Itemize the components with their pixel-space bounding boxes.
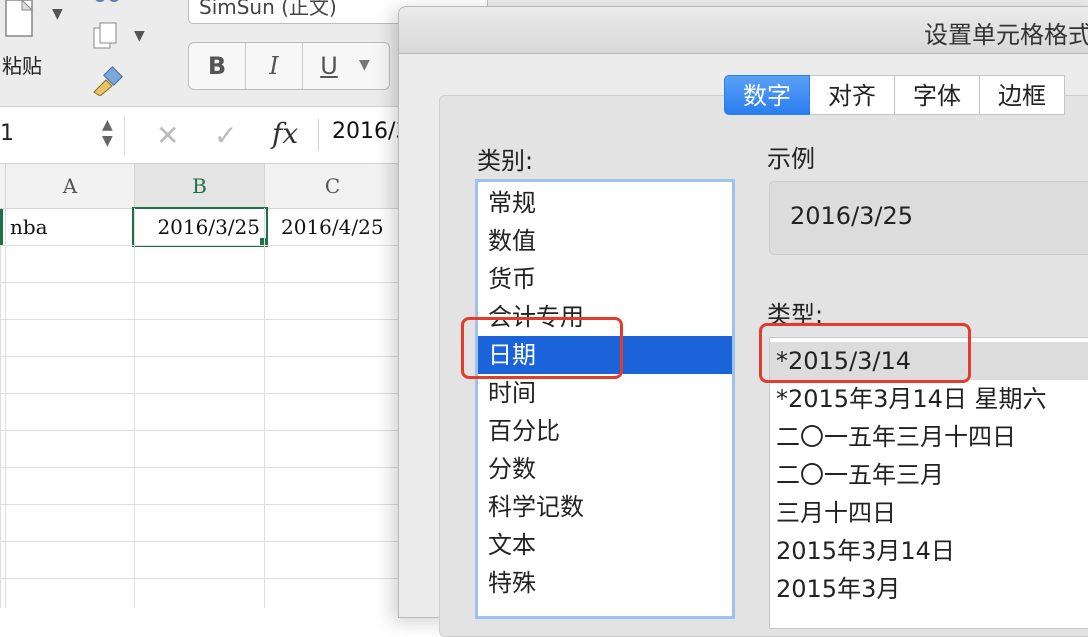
grid-lines	[0, 245, 400, 608]
italic-button[interactable]: I	[246, 43, 303, 89]
category-list[interactable]: 常规 数值 货币 会计专用 日期 时间 百分比 分数 科学记数 文本 特殊	[475, 179, 735, 619]
formula-bar: 1 ▲ ▼ ✕ ✓ fx 2016/3/	[0, 107, 417, 164]
type-item[interactable]: 三月十四日	[770, 494, 1088, 532]
sample-label: 示例	[767, 145, 815, 173]
category-item[interactable]: 货币	[478, 260, 732, 298]
format-button-group: B I U ▼	[188, 42, 390, 90]
type-item[interactable]: 二〇一五年三月	[770, 456, 1088, 494]
tab-font[interactable]: 字体	[895, 75, 980, 115]
dialog-titlebar: 设置单元格格式	[399, 7, 1088, 54]
confirm-icon[interactable]: ✓	[214, 119, 237, 152]
sample-box: 2016/3/25	[769, 181, 1088, 255]
highlight-category-annotation	[461, 317, 623, 379]
paste-dropdown-icon[interactable]: ▼	[52, 6, 63, 22]
copy-dropdown-icon[interactable]: ▼	[134, 28, 145, 44]
name-box-value: 1	[0, 121, 14, 146]
column-header-b[interactable]: B	[135, 164, 265, 209]
category-item[interactable]: 时间	[478, 374, 732, 412]
tab-number[interactable]: 数字	[724, 75, 810, 115]
category-item[interactable]: 常规	[478, 184, 732, 222]
row-marker	[0, 209, 3, 246]
paste-icon[interactable]	[2, 0, 36, 40]
name-box[interactable]: 1 ▲ ▼	[0, 115, 125, 155]
category-item[interactable]: 文本	[478, 526, 732, 564]
name-box-stepper-icon[interactable]: ▲ ▼	[102, 117, 113, 149]
cell-a1[interactable]: nba	[6, 209, 135, 246]
category-label: 类别:	[477, 147, 534, 175]
column-header-c[interactable]: C	[265, 164, 401, 209]
highlight-type-annotation	[759, 323, 971, 383]
dialog-title: 设置单元格格式	[924, 21, 1088, 49]
tab-border[interactable]: 边框	[980, 75, 1065, 115]
active-cell-border	[132, 207, 268, 247]
dialog-tabs: 数字 对齐 字体 边框	[724, 75, 1065, 115]
cell-c1[interactable]: 2016/4/25	[265, 209, 400, 246]
function-icon[interactable]: fx	[272, 117, 298, 150]
formula-divider	[318, 119, 319, 151]
type-item[interactable]: 二〇一五年三月十四日	[770, 418, 1088, 456]
format-painter-icon[interactable]	[90, 66, 124, 97]
grid-column-line	[5, 208, 6, 608]
category-item[interactable]: 分数	[478, 450, 732, 488]
type-item[interactable]: *2015年3月14日 星期六	[770, 380, 1088, 418]
category-item[interactable]: 百分比	[478, 412, 732, 450]
paste-label[interactable]: 粘贴	[2, 50, 42, 79]
underline-button[interactable]: U	[303, 43, 355, 89]
category-item[interactable]: 科学记数	[478, 488, 732, 526]
copy-icon[interactable]	[92, 22, 122, 52]
tab-alignment[interactable]: 对齐	[810, 75, 895, 115]
cut-icon[interactable]	[92, 0, 122, 12]
grid-column-line	[264, 208, 265, 608]
category-item[interactable]: 特殊	[478, 564, 732, 602]
category-item[interactable]: 数值	[478, 222, 732, 260]
underline-dropdown-icon[interactable]: ▼	[359, 57, 370, 73]
type-item[interactable]: 2015年3月14日	[770, 532, 1088, 570]
sample-value: 2016/3/25	[790, 202, 914, 230]
bold-button[interactable]: B	[189, 43, 246, 89]
cancel-icon[interactable]: ✕	[156, 119, 179, 152]
format-cells-dialog: 设置单元格格式 数字 对齐 字体 边框 类别: 常规 数值 货币 会计专用 日期…	[398, 6, 1088, 637]
type-item[interactable]: 2015年3月	[770, 570, 1088, 608]
column-header-a[interactable]: A	[6, 164, 135, 209]
grid-column-line	[134, 208, 135, 608]
